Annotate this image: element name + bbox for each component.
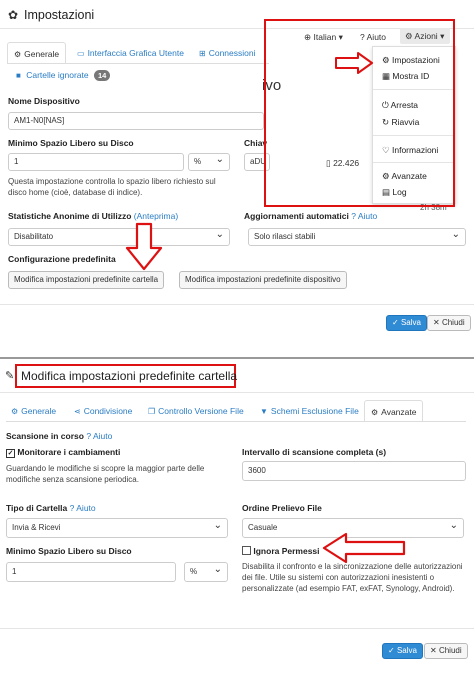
- usage-stats-preview-link[interactable]: (Anteprima): [134, 211, 178, 221]
- save-button[interactable]: ✓ Salva: [382, 643, 423, 659]
- min-free-space-label: Minimo Spazio Libero su Disco: [6, 546, 132, 556]
- device-name-input[interactable]: AM1-N0[NAS]: [8, 112, 264, 130]
- folder-icon: ■: [16, 71, 21, 80]
- edit-folder-defaults-button[interactable]: Modifica impostazioni predefinite cartel…: [8, 271, 165, 289]
- min-free-space-input[interactable]: 1: [6, 562, 176, 582]
- dialog-title: Modifica impostazioni predefinite cartel…: [21, 369, 238, 383]
- filter-icon: ▼: [260, 407, 268, 416]
- dialog-title: Impostazioni: [24, 8, 95, 22]
- question-icon: ?: [351, 211, 356, 221]
- auto-updates-label: Aggiornamenti automatici ? Aiuto: [244, 211, 378, 221]
- watch-changes-help: Guardando le modifiche si scopre la magg…: [6, 464, 205, 484]
- tab-ignored-folders[interactable]: ■ Cartelle ignorate 14: [16, 70, 111, 81]
- default-config-label: Configurazione predefinita: [8, 254, 116, 264]
- rescan-interval-label: Intervallo di scansione completa (s): [242, 447, 387, 457]
- tabs-underline: [7, 63, 269, 64]
- tabs-underline: [6, 421, 466, 422]
- window-icon: ▭: [77, 49, 85, 58]
- close-button[interactable]: ✕ Chiudi: [424, 643, 468, 659]
- footer-divider: [0, 628, 474, 629]
- sitemap-icon: ⊞: [199, 49, 206, 58]
- check-icon: ✓: [392, 318, 399, 327]
- cog-icon: ⚙: [11, 407, 19, 416]
- tab-versioning[interactable]: ❐ Controllo Versione File: [148, 400, 244, 422]
- rescan-interval-input[interactable]: 3600: [242, 461, 466, 481]
- pencil-icon: ✎: [5, 370, 15, 382]
- scanning-help-link[interactable]: ? Aiuto: [86, 431, 112, 441]
- tab-sharing[interactable]: ⋖ Condivisione: [74, 400, 132, 422]
- folder-defaults-panel: ✎ Modifica impostazioni predefinite cart…: [0, 360, 474, 676]
- auto-updates-help-link[interactable]: ? Aiuto: [351, 211, 377, 221]
- tab-connections[interactable]: ⊞ Connessioni: [199, 42, 255, 64]
- check-icon: ✓: [388, 646, 395, 655]
- tab-gui[interactable]: ▭ Interfaccia Grafica Utente: [77, 42, 184, 64]
- question-icon: ?: [69, 503, 75, 513]
- tab-general[interactable]: ⚙ Generale: [11, 400, 56, 422]
- scanning-label: Scansione in corso ? Aiuto: [6, 431, 113, 441]
- min-free-space-unit-select[interactable]: %: [188, 152, 230, 171]
- folder-type-help-link[interactable]: ? Aiuto: [70, 503, 96, 513]
- close-icon: ✕: [430, 646, 437, 655]
- settings-panel: ✿ Impostazioni ⊕ Italian ▾ ? Aiuto ⚙ Azi…: [0, 0, 474, 340]
- down-arrow-annotation: [125, 222, 163, 271]
- checkbox-unchecked-icon[interactable]: [242, 546, 251, 555]
- folder-tabs: ⚙ Generale ⋖ Condivisione ❐ Controllo Versi…: [6, 400, 474, 422]
- tab-general[interactable]: ⚙ Generale: [7, 42, 67, 64]
- gear-icon: ✿: [8, 8, 19, 22]
- tab-advanced[interactable]: ⚙ Avanzate: [364, 400, 424, 422]
- min-free-space-help: Questa impostazione controlla lo spazio …: [8, 177, 216, 197]
- ignored-count-badge: 14: [93, 70, 111, 81]
- header-divider: [0, 392, 474, 393]
- screenshot-separator: [0, 357, 474, 359]
- folder-type-label: Tipo di Cartella ? Aiuto: [6, 503, 96, 513]
- min-free-space-unit-select[interactable]: %: [184, 561, 228, 582]
- device-name-label: Nome Dispositivo: [8, 96, 80, 106]
- footer-divider: [0, 304, 474, 305]
- left-arrow-annotation: [322, 532, 406, 564]
- copy-icon: ❐: [148, 407, 156, 416]
- min-free-space-input[interactable]: 1: [8, 153, 184, 171]
- right-arrow-annotation: [335, 52, 373, 74]
- share-icon: ⋖: [74, 407, 81, 416]
- edit-device-defaults-button[interactable]: Modifica impostazioni predefinite dispos…: [179, 271, 347, 289]
- pull-order-label: Ordine Prelievo File: [242, 503, 322, 513]
- close-icon: ✕: [433, 318, 440, 327]
- save-button[interactable]: ✓ Salva: [386, 315, 427, 331]
- menu-highlight-box: [264, 19, 455, 207]
- ignore-permissions-checkbox-row[interactable]: Ignora Permessi: [242, 546, 320, 556]
- checkbox-checked-icon[interactable]: ✓: [6, 449, 15, 458]
- close-button[interactable]: ✕ Chiudi: [427, 315, 471, 331]
- auto-updates-select[interactable]: Solo rilasci stabili: [248, 227, 466, 246]
- ignore-permissions-help: Disabilita il confronto e la sincronizza…: [242, 562, 463, 593]
- tab-ignore-patterns[interactable]: ▼ Schemi Esclusione File: [260, 400, 359, 422]
- folder-type-select[interactable]: Invia & Ricevi: [6, 517, 228, 538]
- usage-stats-label: Statistiche Anonime di Utilizzo (Antepri…: [8, 211, 179, 221]
- question-icon: ?: [86, 431, 92, 441]
- usage-stats-select[interactable]: Disabilitato: [8, 227, 230, 246]
- watch-changes-checkbox-row[interactable]: ✓ Monitorare i cambiamenti: [6, 447, 120, 458]
- min-free-space-label: Minimo Spazio Libero su Disco: [8, 138, 134, 148]
